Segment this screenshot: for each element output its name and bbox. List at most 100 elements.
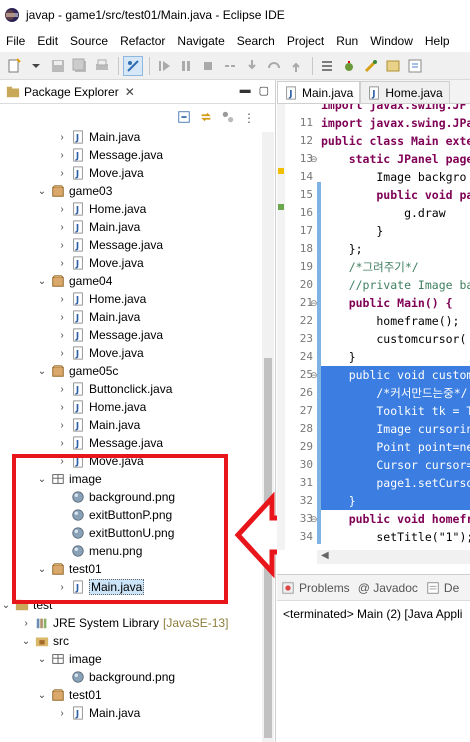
open-type-icon[interactable] bbox=[405, 56, 425, 76]
tree-item[interactable]: › J Main.java bbox=[56, 704, 140, 722]
collapse-arrow-icon[interactable]: › bbox=[56, 384, 68, 395]
code-line[interactable]: Image backgro bbox=[321, 168, 466, 186]
menu-window[interactable]: Window bbox=[364, 34, 419, 48]
collapse-arrow-icon[interactable]: › bbox=[56, 420, 68, 431]
menu-help[interactable]: Help bbox=[419, 34, 456, 48]
code-line[interactable]: public void pa bbox=[321, 186, 470, 204]
code-line[interactable]: public void homefr bbox=[321, 510, 470, 528]
tree-item[interactable]: ⌄ game04 bbox=[36, 272, 113, 290]
tree-item[interactable]: › J Buttonclick.java bbox=[56, 380, 172, 398]
collapse-arrow-icon[interactable]: › bbox=[56, 258, 68, 269]
tree-item[interactable]: › J Home.java bbox=[56, 290, 146, 308]
suspend-icon[interactable] bbox=[176, 56, 196, 76]
step-over-icon[interactable] bbox=[264, 56, 284, 76]
code-line[interactable]: /*그려주기*/ bbox=[321, 258, 419, 276]
tree-item[interactable]: ⌄ src bbox=[20, 632, 69, 650]
code-line[interactable]: public class Main exte bbox=[321, 132, 470, 150]
expand-arrow-icon[interactable]: ⌄ bbox=[36, 276, 48, 287]
code-line[interactable]: import javax.swing.JF bbox=[321, 104, 466, 114]
collapse-arrow-icon[interactable]: › bbox=[56, 348, 68, 359]
print-icon[interactable] bbox=[92, 56, 112, 76]
code-line[interactable]: Image cursorin bbox=[321, 420, 470, 438]
expand-arrow-icon[interactable]: ⌄ bbox=[36, 186, 48, 197]
dropdown-arrow-icon[interactable] bbox=[26, 56, 46, 76]
menu-refactor[interactable]: Refactor bbox=[114, 34, 171, 48]
collapse-arrow-icon[interactable]: › bbox=[56, 150, 68, 161]
link-with-editor-icon[interactable] bbox=[199, 110, 213, 127]
editor-tab-home[interactable]: J Home.java bbox=[360, 81, 450, 103]
expand-arrow-icon[interactable]: ⌄ bbox=[36, 690, 48, 701]
menu-project[interactable]: Project bbox=[281, 34, 330, 48]
more-icon[interactable]: ⋮ bbox=[243, 111, 255, 125]
expand-arrow-icon[interactable]: ⌄ bbox=[36, 366, 48, 377]
step-into-icon[interactable] bbox=[242, 56, 262, 76]
scroll-left-icon[interactable]: ◀ bbox=[321, 550, 329, 561]
tab-declaration[interactable]: De bbox=[422, 581, 463, 595]
tree-item[interactable]: ⌄ game03 bbox=[36, 182, 113, 200]
fold-toggle-icon[interactable]: ⊖ bbox=[310, 154, 318, 165]
minimize-icon[interactable]: ▬ bbox=[240, 84, 251, 97]
collapse-arrow-icon[interactable]: › bbox=[56, 402, 68, 413]
view-menu-icon[interactable] bbox=[221, 110, 235, 127]
code-line[interactable]: static JPanel page bbox=[321, 150, 470, 168]
toggle-mark-icon[interactable] bbox=[317, 56, 337, 76]
collapse-arrow-icon[interactable]: › bbox=[56, 132, 68, 143]
package-explorer-tab[interactable]: Package Explorer ✕ bbox=[0, 80, 141, 104]
code-line[interactable]: public void custom bbox=[321, 366, 470, 384]
collapse-arrow-icon[interactable]: › bbox=[56, 312, 68, 323]
menu-file[interactable]: File bbox=[0, 34, 31, 48]
resume-icon[interactable] bbox=[154, 56, 174, 76]
tree-item[interactable]: › J Move.java bbox=[56, 254, 143, 272]
debug-icon[interactable] bbox=[339, 56, 359, 76]
tree-item[interactable]: › J Home.java bbox=[56, 398, 146, 416]
tree-item[interactable]: › J Message.java bbox=[56, 146, 163, 164]
new-icon[interactable] bbox=[4, 56, 24, 76]
tab-problems[interactable]: Problems bbox=[277, 581, 354, 595]
editor-hscrollbar[interactable]: ◀ bbox=[317, 550, 470, 564]
tree-item[interactable]: ⌄ game05c bbox=[36, 362, 119, 380]
expand-arrow-icon[interactable]: ⌄ bbox=[36, 654, 48, 665]
tree-scrollbar[interactable] bbox=[262, 132, 274, 742]
collapse-arrow-icon[interactable]: › bbox=[56, 240, 68, 251]
tree-item[interactable]: › J Move.java bbox=[56, 164, 143, 182]
tree-item[interactable]: › JRE System Library [JavaSE-13] bbox=[20, 614, 228, 632]
code-line[interactable]: Point point=ne bbox=[321, 438, 470, 456]
skip-breakpoints-icon[interactable] bbox=[123, 55, 143, 76]
menu-source[interactable]: Source bbox=[64, 34, 114, 48]
collapse-all-icon[interactable] bbox=[177, 110, 191, 127]
collapse-arrow-icon[interactable]: › bbox=[56, 708, 68, 719]
tree-item[interactable]: › J Message.java bbox=[56, 434, 163, 452]
expand-arrow-icon[interactable]: ⌄ bbox=[20, 636, 32, 647]
terminate-icon[interactable] bbox=[198, 56, 218, 76]
menu-run[interactable]: Run bbox=[330, 34, 364, 48]
tree-item[interactable]: › J Home.java bbox=[56, 200, 146, 218]
tree-item[interactable]: ⌄ image bbox=[36, 650, 102, 668]
code-line[interactable]: setTitle("1"); bbox=[321, 528, 470, 546]
expand-arrow-icon[interactable]: ⌄ bbox=[0, 600, 12, 611]
menu-search[interactable]: Search bbox=[231, 34, 281, 48]
code-line[interactable]: /*커서만드는중*/ bbox=[321, 384, 470, 402]
save-all-icon[interactable] bbox=[70, 56, 90, 76]
tree-item[interactable]: ⌄ test01 bbox=[36, 686, 102, 704]
code-editor[interactable]: 11 12 13 ⊖ 14 15 16 17 18 19 20 21 ⊖ 22 23 24 25 ⊖ 26 27 28 2… bbox=[277, 104, 470, 550]
tree-item[interactable]: › J Main.java bbox=[56, 218, 140, 236]
tree-item[interactable]: › J Message.java bbox=[56, 326, 163, 344]
menu-edit[interactable]: Edit bbox=[31, 34, 64, 48]
collapse-arrow-icon[interactable]: › bbox=[56, 204, 68, 215]
step-return-icon[interactable] bbox=[286, 56, 306, 76]
code-line[interactable]: page1.setCurso bbox=[321, 474, 470, 492]
disconnect-icon[interactable] bbox=[220, 56, 240, 76]
collapse-arrow-icon[interactable]: › bbox=[56, 222, 68, 233]
collapse-arrow-icon[interactable]: › bbox=[56, 438, 68, 449]
menu-navigate[interactable]: Navigate bbox=[171, 34, 230, 48]
code-line[interactable]: import javax.swing.JPa bbox=[321, 114, 470, 132]
code-line[interactable]: homeframe(); bbox=[321, 312, 459, 330]
maximize-icon[interactable]: ▢ bbox=[259, 84, 269, 97]
collapse-arrow-icon[interactable]: › bbox=[56, 330, 68, 341]
tree-item[interactable]: › J Message.java bbox=[56, 236, 163, 254]
collapse-arrow-icon[interactable]: › bbox=[56, 168, 68, 179]
run-icon[interactable] bbox=[361, 56, 381, 76]
tree-item[interactable]: › J Main.java bbox=[56, 416, 140, 434]
code-line[interactable]: public Main() { bbox=[321, 294, 453, 312]
tree-item[interactable]: › J Main.java bbox=[56, 308, 140, 326]
